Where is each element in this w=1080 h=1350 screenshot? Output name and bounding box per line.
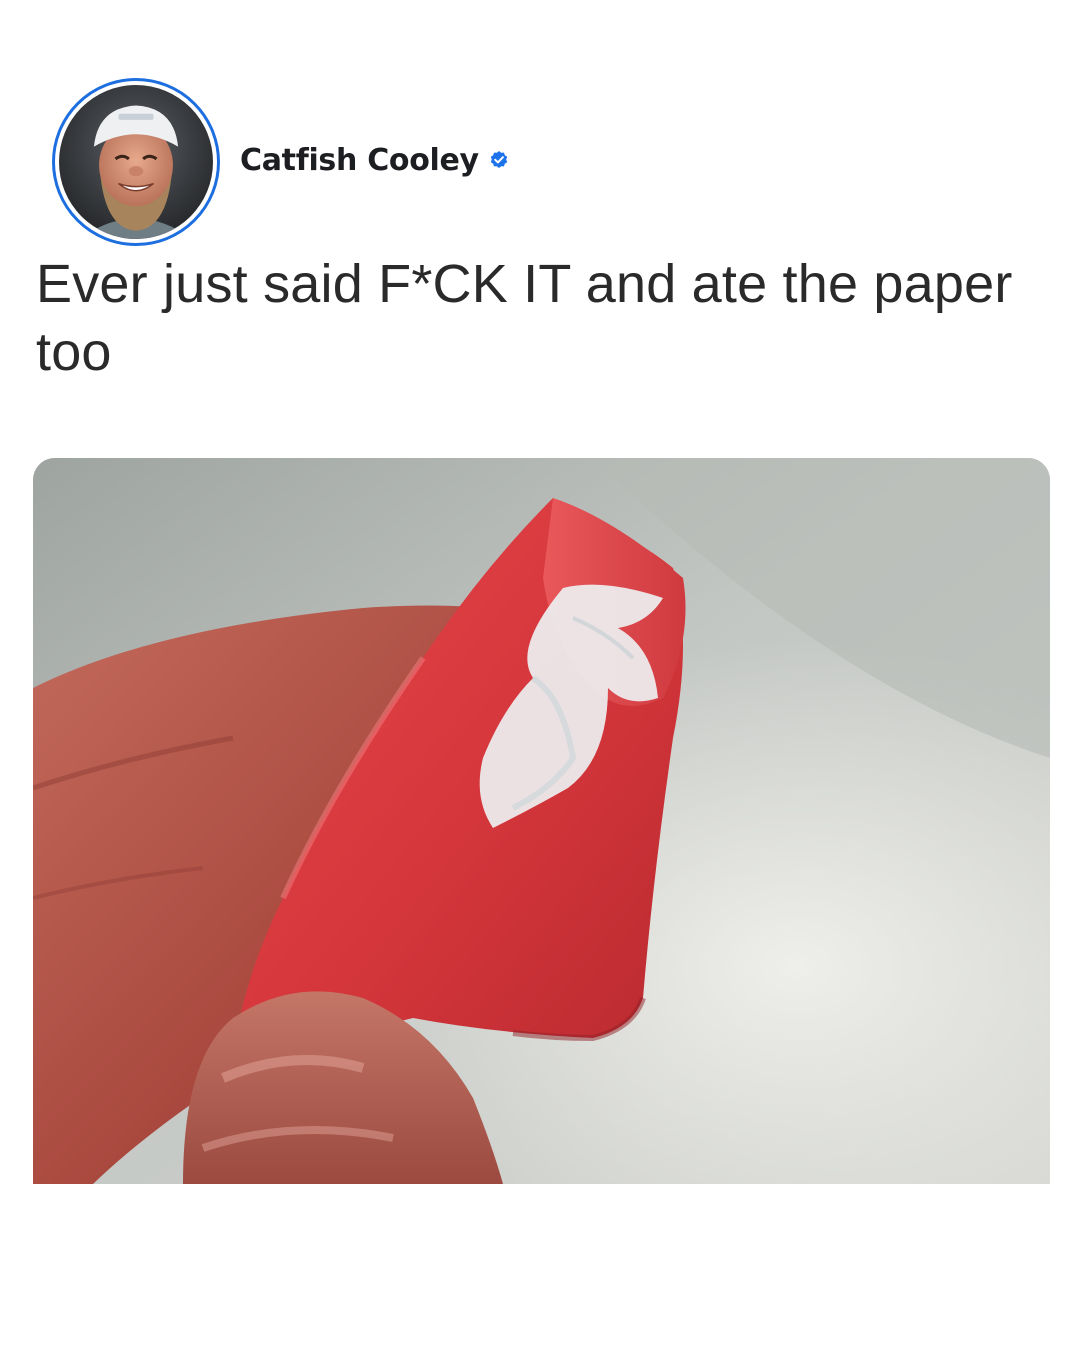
post-image[interactable] <box>33 458 1050 1184</box>
author-row: Catfish Cooley <box>240 143 509 178</box>
post-caption: Ever just said F*CK IT and ate the paper… <box>36 254 1013 382</box>
verified-badge-icon <box>490 151 508 168</box>
avatar-ring[interactable] <box>52 78 220 246</box>
author-name[interactable]: Catfish Cooley <box>240 143 479 178</box>
candy-photo <box>33 458 1050 1184</box>
post-header: Catfish Cooley <box>52 78 509 246</box>
avatar[interactable] <box>59 85 213 239</box>
